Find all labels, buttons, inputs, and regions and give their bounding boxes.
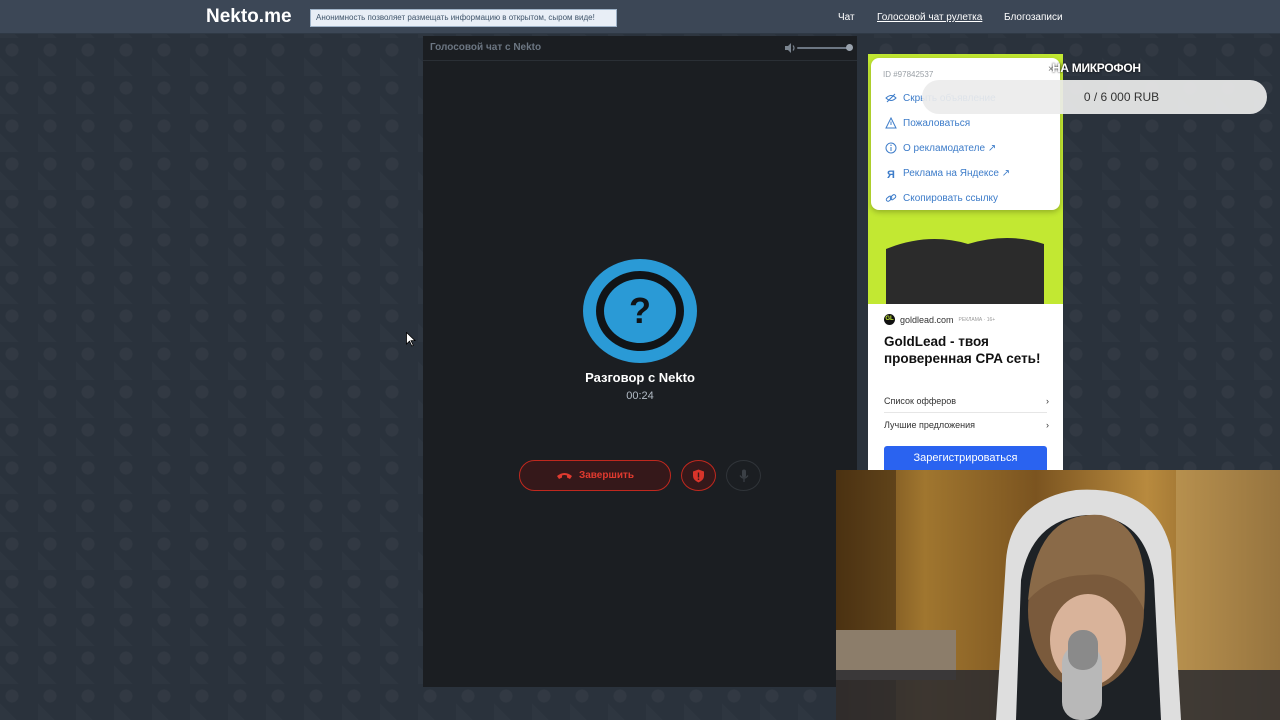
donation-progress-bar: 0 / 6 000 RUB xyxy=(922,80,1267,114)
warning-icon xyxy=(885,117,897,129)
end-call-button[interactable]: Завершить xyxy=(519,460,671,491)
ad-menu-yandex-ads-label: Реклама на Яндексе ↗ xyxy=(903,167,1011,179)
link-icon xyxy=(885,194,897,202)
volume-slider-track[interactable] xyxy=(797,47,849,49)
chevron-right-icon: › xyxy=(1046,396,1049,406)
volume-icon[interactable] xyxy=(783,41,797,55)
ad-link-best-offers[interactable]: Лучшие предложения › xyxy=(884,420,1049,430)
ad-menu-advertiser[interactable]: О рекламодателе ↗ xyxy=(885,140,996,156)
phone-hangup-icon xyxy=(556,472,572,479)
ad-domain-row[interactable]: GL goldlead.com РЕКЛАМА · 16+ xyxy=(884,314,995,325)
ad-link-best-offers-label: Лучшие предложения xyxy=(884,420,976,430)
advertisement-block[interactable]: ID #97842537 × Скрыть объявление Пожалов… xyxy=(868,54,1063,470)
site-logo[interactable]: Nekto.me xyxy=(206,6,292,28)
ad-menu-report-label: Пожаловаться xyxy=(903,117,971,129)
voice-chat-panel: Голосовой чат с Nekto ? Разговор с Nekto… xyxy=(423,36,857,687)
panel-title: Голосовой чат с Nekto xyxy=(430,42,542,53)
ad-domain: goldlead.com xyxy=(900,314,954,325)
ad-link-divider xyxy=(884,412,1047,413)
peer-avatar-question-icon: ? xyxy=(583,259,697,363)
call-timer: 00:24 xyxy=(626,390,654,402)
ad-menu-report[interactable]: Пожаловаться xyxy=(885,115,970,131)
ad-product-shape xyxy=(886,238,1044,304)
eye-off-icon xyxy=(885,93,897,103)
ad-menu-advertiser-label: О рекламодателе ↗ xyxy=(903,142,997,154)
goldlead-logo-icon: GL xyxy=(884,314,895,325)
avatar-glyph: ? xyxy=(629,290,651,331)
ad-id: ID #97842537 xyxy=(883,70,934,79)
svg-text:Я: Я xyxy=(887,169,895,179)
webcam-image xyxy=(836,470,1280,720)
ad-register-button[interactable]: Зарегистрироваться xyxy=(884,446,1047,470)
panel-header: Голосовой чат с Nekto xyxy=(423,36,857,61)
chevron-right-icon: › xyxy=(1046,420,1049,430)
ad-menu-copy-link[interactable]: Скопировать ссылку xyxy=(885,190,998,206)
info-icon xyxy=(885,142,897,154)
report-button[interactable] xyxy=(681,460,716,491)
top-navigation-bar: Nekto.me Анонимность позволяет размещать… xyxy=(0,0,1280,34)
ad-menu-yandex-ads[interactable]: Я Реклама на Яндексе ↗ xyxy=(885,165,1010,181)
yandex-icon: Я xyxy=(887,169,895,179)
nav-chat-link[interactable]: Чат xyxy=(838,12,855,23)
microphone-icon xyxy=(739,469,748,482)
ad-age-badge: РЕКЛАМА · 16+ xyxy=(958,316,996,323)
site-tagline: Анонимность позволяет размещать информац… xyxy=(310,9,617,27)
ad-link-offers-label: Список офферов xyxy=(884,396,957,406)
nav-voice-roulette-link[interactable]: Голосовой чат рулетка xyxy=(877,12,982,23)
microphone-button[interactable] xyxy=(726,460,761,491)
end-call-label: Завершить xyxy=(578,470,635,481)
ad-headline[interactable]: GoldLead - твоя проверенная CPA сеть! xyxy=(884,333,1049,367)
ad-link-offers[interactable]: Список офферов › xyxy=(884,396,1049,406)
donation-progress-text: 0 / 6 000 RUB xyxy=(1083,90,1160,104)
webcam-feed xyxy=(836,470,1280,720)
volume-slider-handle[interactable] xyxy=(846,44,853,51)
donation-goal-title: НА МИКРОФОН xyxy=(1052,61,1141,75)
peer-name: Разговор с Nekto xyxy=(585,370,695,385)
mouse-cursor-icon xyxy=(406,332,416,347)
shield-icon xyxy=(693,469,704,482)
nav-blog-link[interactable]: Блогозаписи xyxy=(1004,12,1063,23)
ad-menu-copy-link-label: Скопировать ссылку xyxy=(903,192,999,204)
